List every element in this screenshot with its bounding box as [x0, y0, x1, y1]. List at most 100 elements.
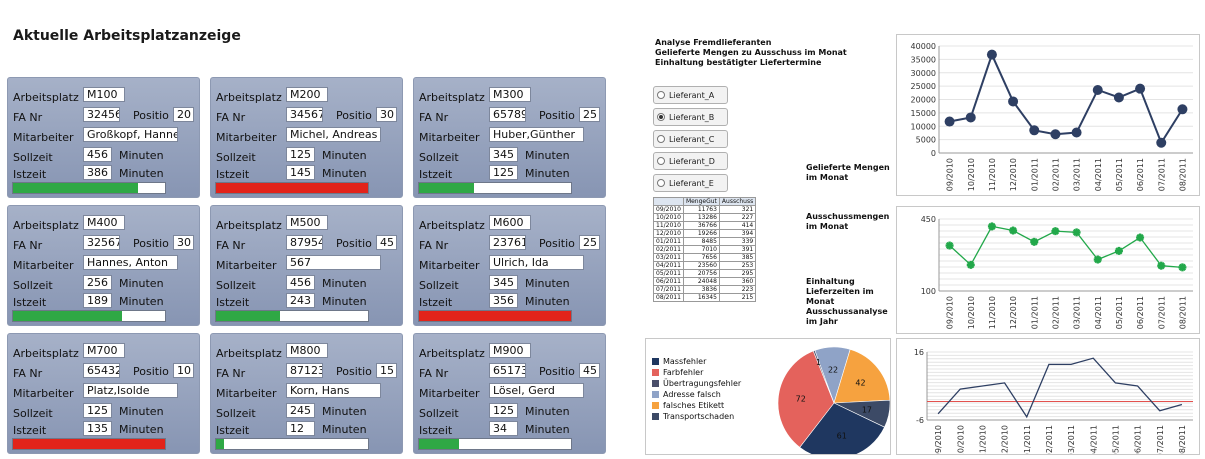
position-field[interactable]: 25 — [579, 235, 600, 250]
table-cell: 8485 — [682, 237, 720, 246]
fa-nr-field[interactable]: 32567 — [83, 235, 120, 250]
istzeit-unit: Minuten — [322, 423, 367, 436]
data-point — [1156, 137, 1167, 148]
arbeitsplatz-field[interactable]: M100 — [83, 87, 125, 102]
arbeitsplatz-field[interactable]: M900 — [489, 343, 531, 358]
sollzeit-field[interactable]: 125 — [489, 403, 518, 418]
table-header-cell — [653, 197, 684, 206]
mitarbeiter-field[interactable]: Großkopf, Hanne: — [83, 127, 178, 142]
mitarbeiter-field[interactable]: 567 — [286, 255, 381, 270]
workstation-card[interactable]: Arbeitsplatz M800 FA Nr 87123 Positio 15 Mitar… — [210, 333, 403, 454]
arbeitsplatz-field[interactable]: M600 — [489, 215, 531, 230]
x-tick-label: 11/2010 — [988, 296, 997, 329]
arbeitsplatz-field[interactable]: M400 — [83, 215, 125, 230]
istzeit-field[interactable]: 356 — [489, 293, 518, 308]
workstation-card[interactable]: Arbeitsplatz M200 FA Nr 34567 Positio 30 Mitar… — [210, 77, 403, 198]
istzeit-field[interactable]: 243 — [286, 293, 315, 308]
position-field[interactable]: 30 — [376, 107, 397, 122]
table-row: 01/2011 8485 339 — [653, 237, 757, 246]
table-cell: 09/2010 — [653, 205, 684, 214]
fa-nr-field[interactable]: 87954 — [286, 235, 323, 250]
mitarbeiter-field[interactable]: Ulrich, Ida — [489, 255, 584, 270]
workstation-card[interactable]: Arbeitsplatz M700 FA Nr 65432 Positio 10 Mitar… — [7, 333, 200, 454]
data-point — [987, 222, 996, 231]
progress-bar — [215, 182, 369, 194]
sollzeit-unit: Minuten — [119, 277, 164, 290]
position-field[interactable]: 45 — [376, 235, 397, 250]
table-cell: 321 — [718, 205, 757, 214]
fa-nr-field[interactable]: 32456 — [83, 107, 120, 122]
fa-nr-field[interactable]: 65173 — [489, 363, 526, 378]
supplier-radio[interactable]: Lieferant_B — [653, 108, 728, 126]
supplier-radio[interactable]: Lieferant_E — [653, 174, 728, 192]
progress-fill — [419, 311, 571, 321]
mitarbeiter-field[interactable]: Lösel, Gerd — [489, 383, 584, 398]
chart-ausschuss: 100 450 09/2010 10/2010 11/2010 12/2010 01/201… — [921, 215, 1193, 329]
fa-nr-field[interactable]: 65432 — [83, 363, 120, 378]
workstation-card[interactable]: Arbeitsplatz M500 FA Nr 87954 Positio 45 Mitar… — [210, 205, 403, 326]
x-tick-label: 01/2011 — [1023, 425, 1032, 454]
data-point — [1178, 263, 1187, 272]
istzeit-label: Istzeit — [216, 168, 250, 181]
arbeitsplatz-field[interactable]: M300 — [489, 87, 531, 102]
workstation-card[interactable]: Arbeitsplatz M900 FA Nr 65173 Positio 45 Mitar… — [413, 333, 606, 454]
mitarbeiter-field[interactable]: Korn, Hans — [286, 383, 381, 398]
table-cell: 414 — [718, 221, 757, 230]
istzeit-field[interactable]: 135 — [83, 421, 112, 436]
istzeit-field[interactable]: 189 — [83, 293, 112, 308]
sollzeit-unit: Minuten — [322, 405, 367, 418]
supplier-radio[interactable]: Lieferant_A — [653, 86, 728, 104]
position-field[interactable]: 10 — [173, 363, 194, 378]
istzeit-field[interactable]: 12 — [286, 421, 315, 436]
istzeit-field[interactable]: 125 — [489, 165, 518, 180]
arbeitsplatz-field[interactable]: M800 — [286, 343, 328, 358]
sollzeit-field[interactable]: 456 — [286, 275, 315, 290]
mitarbeiter-field[interactable]: Michel, Andreas — [286, 127, 381, 142]
fa-nr-field[interactable]: 34567 — [286, 107, 323, 122]
arbeitsplatz-field[interactable]: M700 — [83, 343, 125, 358]
fa-nr-field[interactable]: 23761 — [489, 235, 526, 250]
y-tick-label: 25000 — [911, 82, 936, 91]
workstation-card[interactable]: Arbeitsplatz M600 FA Nr 23761 Positio 25 Mitar… — [413, 205, 606, 326]
x-tick-label: 11/2010 — [988, 158, 997, 191]
x-tick-label: 06/2011 — [1134, 425, 1143, 454]
fa-nr-field[interactable]: 87123 — [286, 363, 323, 378]
sollzeit-field[interactable]: 345 — [489, 147, 518, 162]
istzeit-field[interactable]: 34 — [489, 421, 518, 436]
table-cell: 02/2011 — [653, 245, 684, 254]
arbeitsplatz-field[interactable]: M200 — [286, 87, 328, 102]
istzeit-unit: Minuten — [525, 423, 570, 436]
mitarbeiter-field[interactable]: Hannes, Anton — [83, 255, 178, 270]
workstation-card[interactable]: Arbeitsplatz M100 FA Nr 32456 Positio 20 Mitar… — [7, 77, 200, 198]
position-field[interactable]: 15 — [376, 363, 397, 378]
position-label: Positio — [133, 237, 169, 250]
sollzeit-field[interactable]: 345 — [489, 275, 518, 290]
sollzeit-field[interactable]: 456 — [83, 147, 112, 162]
supplier-radio[interactable]: Lieferant_C — [653, 130, 728, 148]
istzeit-field[interactable]: 386 — [83, 165, 112, 180]
workstation-card[interactable]: Arbeitsplatz M300 FA Nr 65789 Positio 25 Mitar… — [413, 77, 606, 198]
sollzeit-field[interactable]: 245 — [286, 403, 315, 418]
sollzeit-field[interactable]: 256 — [83, 275, 112, 290]
arbeitsplatz-field[interactable]: M500 — [286, 215, 328, 230]
position-field[interactable]: 20 — [173, 107, 194, 122]
arbeitsplatz-label: Arbeitsplatz — [13, 219, 79, 232]
istzeit-field[interactable]: 145 — [286, 165, 315, 180]
sollzeit-field[interactable]: 125 — [83, 403, 112, 418]
fa-nr-field[interactable]: 65789 — [489, 107, 526, 122]
arbeitsplatz-label: Arbeitsplatz — [419, 347, 485, 360]
table-cell: 13286 — [682, 213, 720, 222]
x-tick-label: 07/2011 — [1157, 296, 1166, 329]
sollzeit-field[interactable]: 125 — [286, 147, 315, 162]
x-tick-label: 09/2010 — [934, 425, 943, 454]
legend-label: Transportschaden — [663, 412, 735, 421]
mitarbeiter-field[interactable]: Huber,Günther — [489, 127, 584, 142]
progress-bar — [418, 182, 572, 194]
position-field[interactable]: 30 — [173, 235, 194, 250]
supplier-radio[interactable]: Lieferant_D — [653, 152, 728, 170]
position-field[interactable]: 45 — [579, 363, 600, 378]
workstation-card[interactable]: Arbeitsplatz M400 FA Nr 32567 Positio 30 Mitar… — [7, 205, 200, 326]
mitarbeiter-field[interactable]: Platz,Isolde — [83, 383, 178, 398]
y-tick-label: 10000 — [911, 122, 936, 131]
position-field[interactable]: 25 — [579, 107, 600, 122]
